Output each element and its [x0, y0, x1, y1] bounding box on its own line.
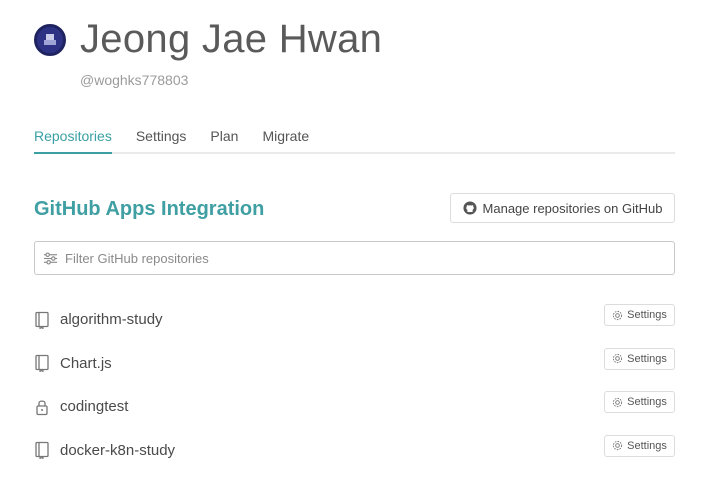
filter-icon: [43, 252, 58, 264]
tab-repositories[interactable]: Repositories: [34, 126, 112, 154]
settings-label: Settings: [627, 309, 667, 321]
avatar[interactable]: [34, 24, 66, 56]
gear-icon: [613, 397, 623, 407]
settings-label: Settings: [627, 396, 667, 408]
lock-icon: [34, 398, 50, 416]
avatar-image: [37, 27, 63, 53]
tab-plan[interactable]: Plan: [210, 126, 238, 152]
repository-row: codingtest Settings: [34, 385, 675, 429]
repository-row: docker-k8n-study Settings: [34, 429, 675, 473]
repository-name[interactable]: Chart.js: [60, 355, 112, 372]
gear-icon: [613, 440, 623, 451]
settings-label: Settings: [627, 439, 667, 452]
profile-tabs: Repositories Settings Plan Migrate: [34, 126, 675, 154]
repository-settings-button[interactable]: Settings: [604, 347, 675, 370]
profile-name: Jeong Jae Hwan: [80, 17, 383, 61]
profile-page: Jeong Jae Hwan @woghks778803 Repositorie…: [0, 0, 705, 484]
repository-name[interactable]: algorithm-study: [60, 311, 163, 328]
repository-settings-button[interactable]: Settings: [604, 434, 675, 457]
tab-migrate[interactable]: Migrate: [262, 126, 309, 152]
manage-repositories-button[interactable]: Manage repositories on GitHub: [450, 193, 675, 223]
repository-settings-button[interactable]: Settings: [604, 391, 675, 413]
filter-box: [34, 241, 675, 275]
gear-icon: [613, 310, 623, 320]
repository-row: Chart.js Settings: [34, 342, 675, 386]
tab-settings[interactable]: Settings: [136, 126, 187, 152]
profile-handle: @woghks778803: [80, 72, 189, 88]
repository-row: algorithm-study Settings: [34, 298, 675, 342]
github-icon: [462, 201, 477, 215]
settings-label: Settings: [627, 352, 667, 365]
repository-list: algorithm-study Settings Chart.js Settin…: [34, 298, 675, 472]
repository-name[interactable]: codingtest: [60, 398, 128, 415]
gear-icon: [613, 353, 623, 364]
repository-settings-button[interactable]: Settings: [604, 304, 675, 326]
filter-input[interactable]: [65, 250, 655, 266]
repo-icon: [34, 441, 50, 460]
section-title: GitHub Apps Integration: [34, 198, 265, 220]
manage-repositories-label: Manage repositories on GitHub: [482, 200, 663, 216]
repo-icon: [34, 311, 50, 329]
repository-name[interactable]: docker-k8n-study: [60, 442, 175, 459]
repo-icon: [34, 354, 50, 373]
